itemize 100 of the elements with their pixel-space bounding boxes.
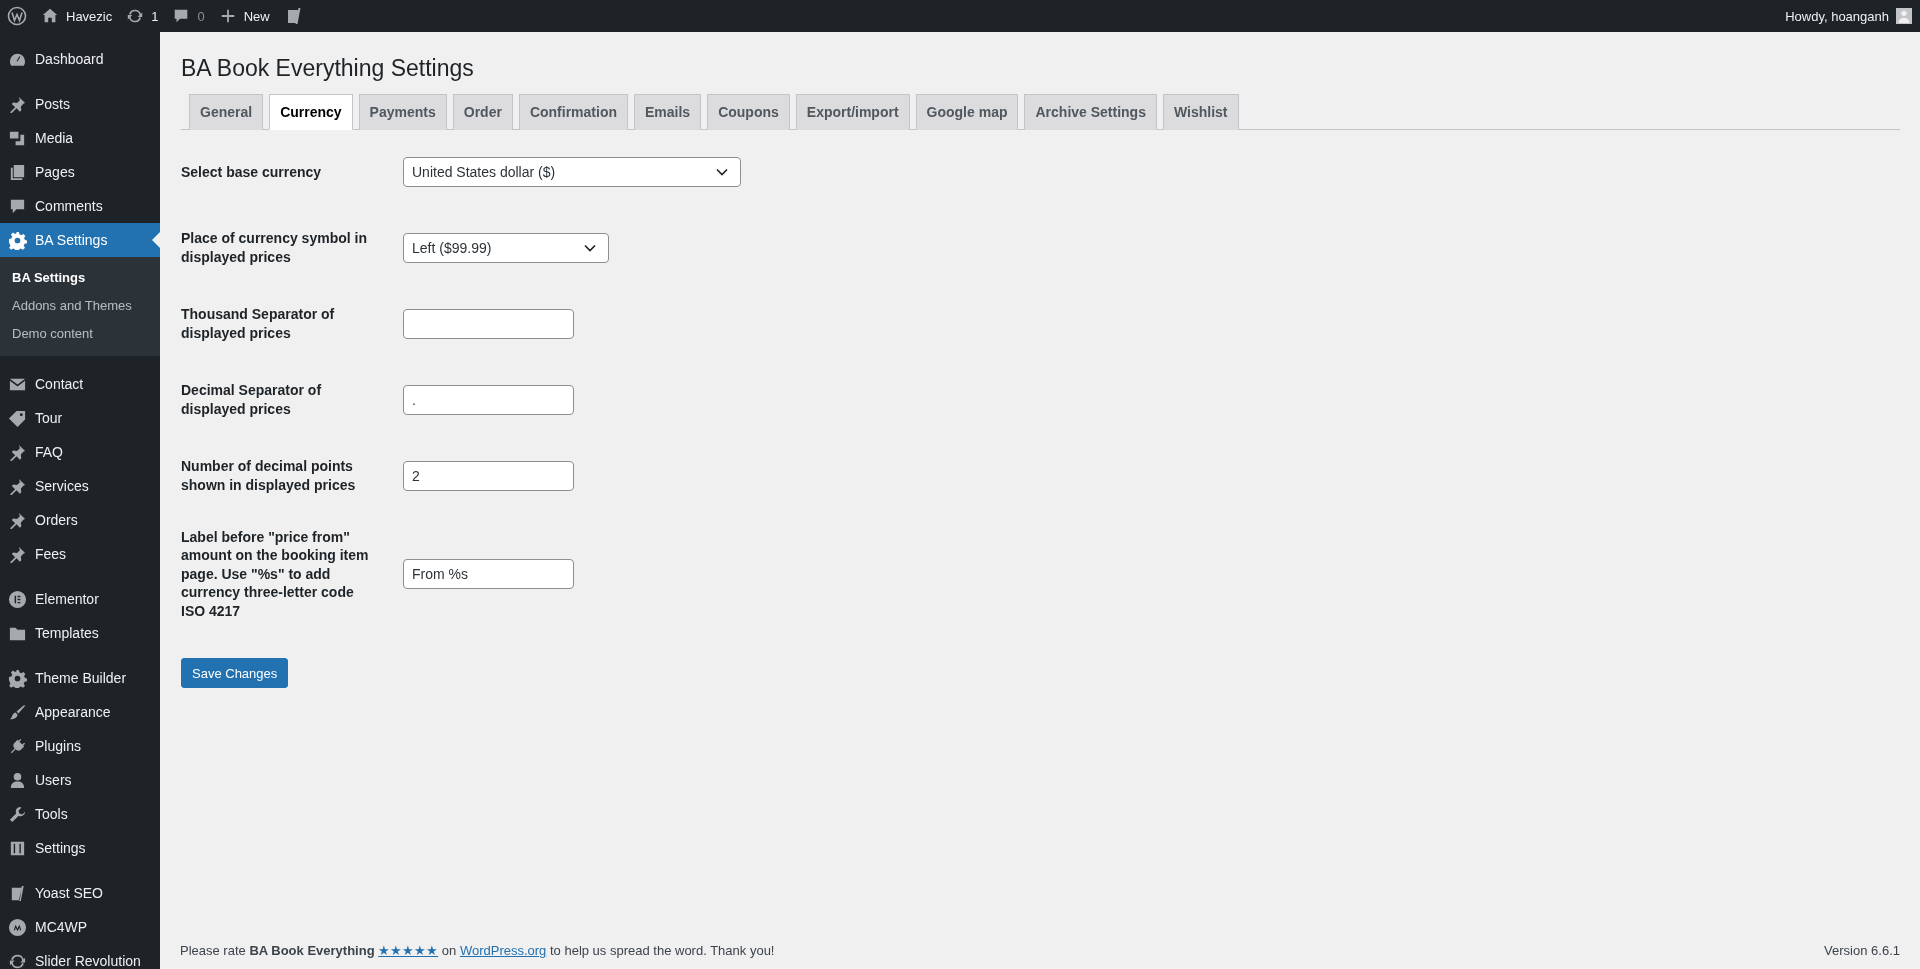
menu-item[interactable]: Pages bbox=[0, 155, 160, 189]
menu-item[interactable]: Posts bbox=[0, 87, 160, 121]
menu-item[interactable]: Users bbox=[0, 763, 160, 797]
wrench-icon bbox=[8, 804, 27, 824]
brush-icon bbox=[8, 702, 27, 722]
page-title: BA Book Everything Settings bbox=[181, 54, 475, 83]
new-link[interactable]: New bbox=[218, 7, 270, 25]
field-label: Label before "price from" amount on the booking item page. Use "%s" to add currency three-letter code ISO 4217 bbox=[181, 527, 370, 621]
dropdown[interactable]: Left ($99.99) bbox=[403, 232, 609, 263]
menu-label: MC4WP bbox=[35, 919, 88, 935]
input-field[interactable] bbox=[403, 308, 574, 339]
settings-tab[interactable]: Currency bbox=[269, 93, 353, 130]
menu-item[interactable]: Tour bbox=[0, 401, 160, 435]
version-text: Version 6.6.1 bbox=[1824, 943, 1900, 958]
avatar-icon bbox=[1896, 8, 1912, 24]
menu-item[interactable]: Theme Builder bbox=[0, 661, 160, 695]
menu-label: Contact bbox=[35, 376, 84, 392]
submenu-item[interactable]: Addons and Themes bbox=[0, 292, 160, 320]
dropdown[interactable]: United States dollar ($) bbox=[403, 156, 741, 187]
settings-tab[interactable]: General bbox=[189, 93, 264, 130]
menu-label: Users bbox=[35, 772, 72, 788]
footer-link[interactable]: WordPress.org bbox=[459, 943, 547, 958]
site-name: Havezic bbox=[66, 8, 113, 24]
menu-label: Dashboard bbox=[35, 51, 104, 67]
pin-icon bbox=[8, 510, 27, 530]
menu-item[interactable]: Services bbox=[0, 469, 160, 503]
settings-icon bbox=[8, 668, 27, 688]
site-name-link[interactable]: Havezic bbox=[41, 7, 113, 25]
menu-item[interactable]: Orders bbox=[0, 503, 160, 537]
menu-item[interactable]: MC4WP bbox=[0, 910, 160, 944]
field-label: Select base currency bbox=[181, 162, 323, 182]
menu-label: Appearance bbox=[35, 704, 111, 720]
menu-label: Slider Revolution bbox=[35, 953, 141, 969]
menu-label: Comments bbox=[35, 198, 103, 214]
menu-label: Yoast SEO bbox=[35, 885, 103, 901]
settings-tab[interactable]: Google map bbox=[915, 93, 1019, 130]
menu-item[interactable]: Settings bbox=[0, 831, 160, 865]
tag-icon bbox=[8, 408, 27, 428]
updates-link[interactable]: 1 bbox=[126, 7, 159, 25]
comments-link[interactable]: 0 bbox=[172, 7, 205, 25]
menu-label: Settings bbox=[35, 840, 86, 856]
menu-item[interactable]: Appearance bbox=[0, 695, 160, 729]
menu-item[interactable]: Comments bbox=[0, 189, 160, 223]
pin-icon bbox=[8, 544, 27, 564]
menu-label: Theme Builder bbox=[35, 670, 127, 686]
person-icon bbox=[8, 770, 27, 790]
menu-label: Elementor bbox=[35, 591, 99, 607]
menu-label: Templates bbox=[35, 625, 99, 641]
menu-label: Posts bbox=[35, 96, 70, 112]
menu-item[interactable]: Fees bbox=[0, 537, 160, 571]
comments-count: 0 bbox=[197, 8, 205, 24]
updates-count: 1 bbox=[151, 8, 159, 24]
settings-tab[interactable]: Payments bbox=[358, 93, 447, 130]
field-label: Thousand Separator of displayed prices bbox=[181, 305, 336, 343]
chevron-down-icon bbox=[716, 167, 728, 176]
menu-label: Tour bbox=[35, 410, 63, 426]
settings-tab[interactable]: Wishlist bbox=[1162, 93, 1239, 130]
menu-label: FAQ bbox=[35, 444, 63, 460]
settings-icon bbox=[8, 230, 27, 250]
menu-item[interactable]: Templates bbox=[0, 616, 160, 650]
input-field[interactable]: From %s bbox=[403, 559, 574, 590]
pin-icon bbox=[8, 442, 27, 462]
menu-label: Orders bbox=[35, 512, 78, 528]
menu-item[interactable]: Contact bbox=[0, 367, 160, 401]
field-label: Decimal Separator of displayed prices bbox=[181, 381, 323, 419]
input-field[interactable]: 2 bbox=[403, 460, 574, 491]
menu-item[interactable]: Plugins bbox=[0, 729, 160, 763]
settings-tab[interactable]: Export/import bbox=[795, 93, 910, 130]
field-label: Place of currency symbol in displayed prices bbox=[181, 229, 368, 267]
menu-item[interactable]: Slider Revolution bbox=[0, 944, 160, 969]
submenu-item[interactable]: Demo content bbox=[0, 320, 160, 348]
menu-label: Fees bbox=[35, 546, 67, 562]
submenu-item[interactable]: BA Settings bbox=[0, 264, 160, 292]
menu-item[interactable]: FAQ bbox=[0, 435, 160, 469]
menu-item[interactable]: Tools bbox=[0, 797, 160, 831]
w-logo-icon[interactable] bbox=[7, 6, 27, 26]
settings-tab[interactable]: Coupons bbox=[707, 93, 790, 130]
pin-icon bbox=[8, 476, 27, 496]
settings-tab[interactable]: Archive Settings bbox=[1024, 93, 1157, 130]
menu-item[interactable]: Dashboard bbox=[0, 42, 160, 76]
settings-tab[interactable]: Confirmation bbox=[518, 93, 628, 130]
footer-text: Please rate BA Book Everything ★★★★★ on WordPress.org to help us spread the word. Thank you! bbox=[180, 943, 775, 958]
input-field[interactable]: . bbox=[403, 384, 574, 415]
menu-item[interactable]: Yoast SEO bbox=[0, 876, 160, 910]
menu-item[interactable]: Elementor bbox=[0, 582, 160, 616]
settings-tab[interactable]: Order bbox=[452, 93, 513, 130]
pages-icon bbox=[8, 162, 27, 182]
account-link[interactable]: Howdy, hoanganh bbox=[1785, 8, 1912, 24]
circle-logo-icon bbox=[8, 917, 27, 937]
settings-tab[interactable]: Emails bbox=[634, 93, 702, 130]
new-label: New bbox=[243, 8, 270, 24]
menu-label: Plugins bbox=[35, 738, 81, 754]
menu-label: Media bbox=[35, 130, 74, 146]
menu-item[interactable]: BA Settings bbox=[0, 223, 160, 257]
pin-icon bbox=[8, 94, 27, 114]
menu-item[interactable]: Media bbox=[0, 121, 160, 155]
save-changes-button[interactable]: Save Changes bbox=[181, 658, 289, 689]
home-icon bbox=[41, 7, 59, 25]
field-label: Number of decimal points shown in displayed prices bbox=[181, 457, 357, 495]
footer-link[interactable]: ★★★★★ bbox=[378, 943, 439, 958]
